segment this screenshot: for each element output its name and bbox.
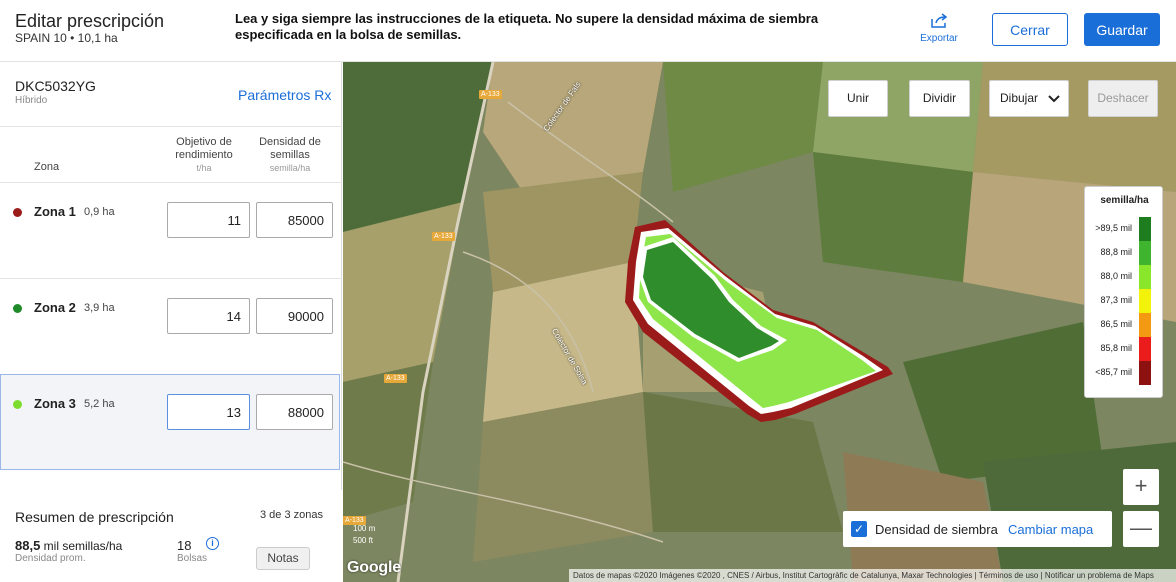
legend-swatch (1139, 217, 1151, 241)
road-label: A-133 (479, 90, 502, 99)
zone-row-1[interactable]: Zona 1 0,9 ha (0, 182, 342, 276)
scale-feet: 500 ft (353, 536, 374, 545)
density-legend: semilla/ha >89,5 mil 88,8 mil 88,0 mil 8… (1084, 186, 1163, 398)
legend-item: >89,5 mil (1085, 217, 1164, 241)
yield-input[interactable] (167, 298, 250, 334)
zone-area: 3,9 ha (84, 302, 115, 314)
legend-label: 85,8 mil (1100, 343, 1132, 353)
legend-label: 86,5 mil (1100, 319, 1132, 329)
zone-color-dot (13, 400, 22, 409)
summary-title: Resumen de prescripción (15, 509, 174, 525)
yield-input[interactable] (167, 394, 250, 430)
satellite-map (343, 62, 1176, 582)
split-button[interactable]: Dividir (909, 80, 970, 117)
density-toggle: ✓ Densidad de siembra Cambiar mapa (843, 511, 1112, 547)
page-title: Editar prescripción (15, 11, 165, 31)
draw-label: Dibujar (1000, 91, 1039, 105)
zoom-in-button[interactable]: + (1123, 469, 1159, 505)
density-input[interactable] (256, 394, 333, 430)
summary-zone-count: 3 de 3 zonas (260, 509, 323, 521)
close-button[interactable]: Cerrar (992, 13, 1068, 46)
avg-density-value: 88,5 mil semillas/ha (15, 538, 122, 553)
zone-name: Zona 1 (34, 204, 76, 219)
legend-item: <85,7 mil (1085, 361, 1164, 385)
share-icon (931, 13, 948, 28)
save-button[interactable]: Guardar (1084, 13, 1160, 46)
header: Editar prescripción SPAIN 10 • 10,1 ha L… (0, 0, 1176, 62)
legend-label: 88,0 mil (1100, 271, 1132, 281)
road-label: A-133 (432, 232, 455, 241)
road-label: A-133 (384, 374, 407, 383)
legend-label: 87,3 mil (1100, 295, 1132, 305)
legend-swatch (1139, 289, 1151, 313)
draw-dropdown[interactable]: Dibujar (989, 80, 1069, 117)
col-header-zone: Zona (34, 161, 60, 173)
legend-swatch (1139, 241, 1151, 265)
divider (0, 126, 342, 127)
map-scale: 100 m 500 ft (347, 522, 417, 548)
legend-item: 86,5 mil (1085, 313, 1164, 337)
hybrid-name: DKC5032YG (15, 78, 96, 94)
legend-swatch (1139, 337, 1151, 361)
legend-label: 88,8 mil (1100, 247, 1132, 257)
map-view[interactable]: A-133 A-133 A-133 A-133 Colector de Fals… (343, 62, 1176, 582)
bags-label: Bolsas (177, 553, 208, 564)
legend-swatch (1139, 361, 1151, 385)
density-checkbox[interactable]: ✓ (851, 521, 867, 537)
prescription-summary: Resumen de prescripción 3 de 3 zonas 88,… (0, 490, 342, 582)
zoom-out-button[interactable]: — (1123, 511, 1159, 547)
bags-value: 18 (177, 538, 192, 553)
chevron-down-icon (1048, 95, 1060, 103)
zone-area: 0,9 ha (84, 206, 115, 218)
rx-params-link[interactable]: Parámetros Rx (238, 87, 331, 103)
yield-input[interactable] (167, 202, 250, 238)
label-notice: Lea y siga siempre las instrucciones de … (235, 11, 819, 42)
zone-area: 5,2 ha (84, 398, 115, 410)
zone-color-dot (13, 304, 22, 313)
field-subtitle: SPAIN 10 • 10,1 ha (15, 31, 118, 45)
undo-button[interactable]: Deshacer (1088, 80, 1158, 117)
density-label: Densidad de siembra (875, 522, 998, 537)
avg-density-number: 88,5 (15, 538, 41, 553)
map-attribution[interactable]: Datos de mapas ©2020 Imágenes ©2020 , CN… (569, 569, 1176, 582)
google-logo: Google (347, 559, 401, 576)
zone-color-dot (13, 208, 22, 217)
legend-label: <85,7 mil (1095, 367, 1132, 377)
legend-item: 88,0 mil (1085, 265, 1164, 289)
col-yield-unit: t/ha (196, 163, 212, 173)
scale-meters: 100 m (353, 524, 376, 533)
export-label: Exportar (920, 33, 958, 44)
col-density-label: Densidad de semillas (259, 136, 321, 161)
zone-row-3[interactable]: Zona 3 5,2 ha (0, 374, 340, 470)
legend-item: 85,8 mil (1085, 337, 1164, 361)
legend-item: 87,3 mil (1085, 289, 1164, 313)
col-density-unit: semilla/ha (269, 163, 311, 173)
density-input[interactable] (256, 298, 333, 334)
density-input[interactable] (256, 202, 333, 238)
legend-swatch (1139, 265, 1151, 289)
col-yield-label: Objetivo de rendimiento (175, 136, 233, 161)
zone-row-2[interactable]: Zona 2 3,9 ha (0, 278, 342, 372)
legend-title: semilla/ha (1100, 195, 1149, 206)
legend-item: 88,8 mil (1085, 241, 1164, 265)
hybrid-sub-label: Híbrido (15, 95, 48, 106)
legend-label: >89,5 mil (1095, 223, 1132, 233)
notes-button[interactable]: Notas (256, 547, 310, 570)
join-button[interactable]: Unir (828, 80, 888, 117)
info-icon[interactable]: i (206, 537, 219, 550)
zone-name: Zona 2 (34, 300, 76, 315)
export-button[interactable]: Exportar (916, 11, 962, 44)
change-map-link[interactable]: Cambiar mapa (1008, 522, 1093, 537)
avg-density-unit: mil semillas/ha (43, 539, 123, 553)
col-header-density: Densidad de semillas semilla/ha (250, 136, 330, 175)
legend-swatch (1139, 313, 1151, 337)
avg-density-label: Densidad prom. (15, 553, 86, 564)
prescription-panel: DKC5032YG Híbrido Parámetros Rx Zona Obj… (0, 62, 342, 582)
zone-name: Zona 3 (34, 396, 76, 411)
col-header-yield: Objetivo de rendimiento t/ha (164, 136, 244, 175)
